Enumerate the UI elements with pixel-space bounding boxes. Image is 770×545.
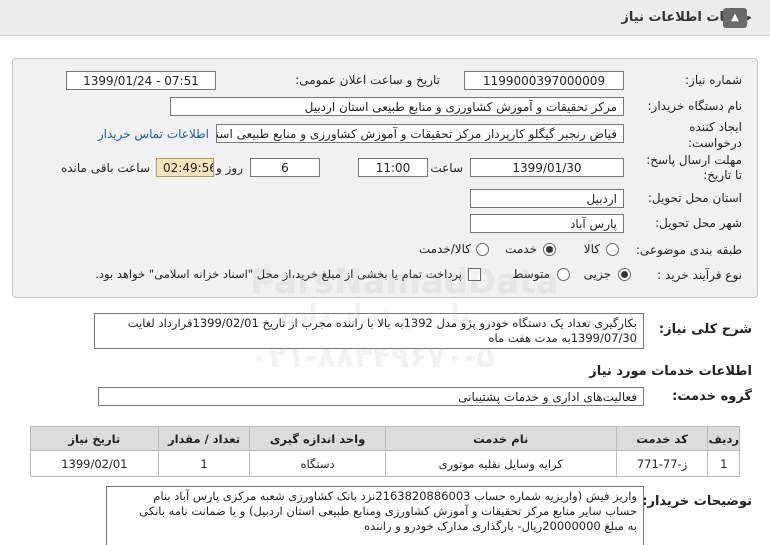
category-goods-service-label: کالا/خدمت — [418, 242, 471, 256]
summary-line-2: 1399/07/30به مدت هفت ماه — [488, 331, 637, 345]
category-goods-service-radio[interactable] — [476, 243, 489, 256]
deadline-label-line2: تا تاریخ: — [703, 168, 742, 182]
buyer-org-field: مرکز تحقیقات و آموزش کشاورزی و منابع طبی… — [170, 97, 624, 116]
purchase-medium-radio[interactable] — [557, 268, 570, 281]
city-field: پارس آباد — [470, 214, 624, 233]
treasury-bonds-note: پرداخت تمام یا بخشی از مبلغ خرید،از محل … — [95, 267, 462, 281]
need-number-label: شماره نیاز: — [685, 73, 742, 87]
requester-label-line2: درخواست: — [688, 136, 742, 150]
announce-datetime-field: 1399/01/24 - 07:51 — [66, 71, 216, 90]
col-unit: واحد اندازه گیری — [249, 426, 386, 451]
buyer-notes-line-1: واریز فیش (واریزیه شماره حساب 2163820886… — [153, 489, 637, 503]
province-field: اردبیل — [470, 189, 624, 208]
services-table-header: ردیف کد خدمت نام خدمت واحد اندازه گیری ت… — [30, 426, 740, 451]
row-unit: دستگاه — [249, 450, 386, 477]
purchase-minor-label: جزیی — [583, 267, 611, 281]
buyer-notes-label: توضیحات خریدار: — [642, 494, 752, 509]
col-date: تاریخ نیاز — [30, 426, 159, 451]
table-row: 1 ز-77-771 کرایه وسایل نقلیه موتوری دستگ… — [30, 450, 740, 477]
service-group-field: فعالیت‌های اداری و خدمات پشتیبانی — [98, 387, 644, 406]
treasury-bonds-checkbox[interactable] — [468, 268, 481, 281]
col-index: ردیف — [707, 426, 740, 451]
purchase-minor-radio[interactable] — [618, 268, 631, 281]
deadline-date-field: 1399/01/30 — [470, 158, 624, 177]
city-label: شهر محل تحویل: — [655, 216, 742, 230]
row-date: 1399/02/01 — [30, 450, 159, 477]
remaining-time-field: 02:49:56 — [156, 158, 214, 177]
purchase-medium-label: متوسط — [512, 267, 550, 281]
services-table: ردیف کد خدمت نام خدمت واحد اندازه گیری ت… — [30, 426, 740, 477]
category-service-radio[interactable] — [543, 243, 556, 256]
purchase-type-label: نوع فرآیند خرید : — [657, 268, 742, 282]
category-goods-radio[interactable] — [606, 243, 619, 256]
row-name: کرایه وسایل نقلیه موتوری — [384, 450, 617, 477]
row-qty: 1 — [157, 450, 251, 477]
days-label: روز و — [216, 161, 243, 175]
row-code: ز-77-771 — [615, 450, 709, 477]
province-label: استان محل تحویل: — [647, 191, 742, 205]
buyer-contact-link[interactable]: اطلاعات تماس خریدار — [98, 127, 209, 141]
service-group-label: گروه خدمت: — [672, 389, 752, 404]
deadline-time-label: ساعت — [430, 161, 463, 175]
summary-textbox: بکارگیری تعداد یک دستگاه خودرو پژو مدل 1… — [94, 313, 644, 349]
deadline-label-line1: مهلت ارسال پاسخ: — [646, 153, 742, 167]
summary-label: شرح کلی نیاز: — [658, 322, 752, 337]
chevron-up-icon: ▲ — [731, 12, 739, 23]
buyer-notes-textbox: واریز فیش (واریزیه شماره حساب 2163820886… — [106, 486, 644, 545]
remaining-days-field: 6 — [250, 158, 320, 177]
category-goods-label: کالا — [583, 242, 600, 256]
buyer-org-label: نام دستگاه خریدار: — [647, 99, 743, 113]
category-label: طبقه بندی موضوعی: — [635, 243, 742, 257]
summary-line-1: بکارگیری تعداد یک دستگاه خودرو پژو مدل 1… — [127, 316, 637, 330]
col-qty: تعداد / مقدار — [157, 426, 251, 451]
announce-datetime-label: تاریخ و ساعت اعلان عمومی: — [295, 73, 440, 87]
buyer-notes-line-2: حساب سایر منابع مرکز تحقیقات و آموزش کشا… — [139, 504, 637, 518]
remaining-time-label: ساعت باقی مانده — [60, 161, 150, 175]
need-number-field: 1199000397000009 — [464, 71, 624, 90]
col-name: نام خدمت — [384, 426, 617, 451]
category-service-label: خدمت — [505, 242, 537, 256]
col-code: کد خدمت — [615, 426, 709, 451]
buyer-notes-line-3: به مبلغ 20000000ریال- بارگذاری مدارک خود… — [364, 519, 637, 533]
requester-field: فیاض رنجبر گیگلو کارپرداز مرکز تحقیقات و… — [216, 124, 624, 143]
services-section-title: اطلاعات خدمات مورد نیاز — [589, 364, 752, 379]
need-details-panel — [12, 58, 758, 298]
row-index: 1 — [707, 450, 740, 477]
requester-label-line1: ایجاد کننده — [689, 120, 742, 134]
collapse-button[interactable]: ▲ — [723, 8, 747, 28]
deadline-time-field: 11:00 — [358, 158, 428, 177]
